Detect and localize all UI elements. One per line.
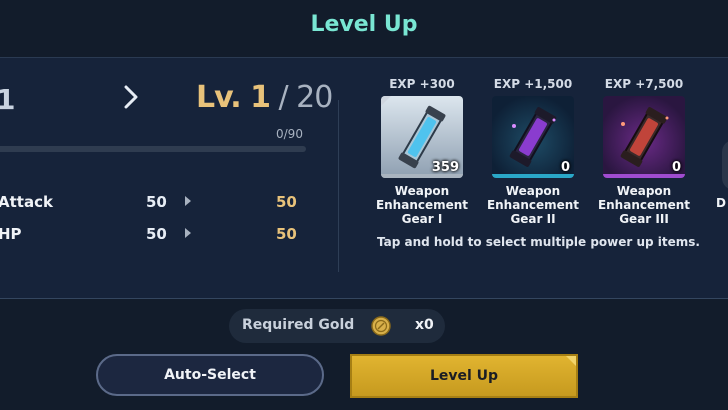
triangle-right-icon	[185, 196, 191, 206]
item-name-line: Gear III	[619, 212, 669, 226]
item-count: 0	[560, 160, 570, 175]
previous-level-value: 1	[0, 83, 16, 116]
stat-next-value: 50	[276, 225, 297, 243]
item-name-partial: D	[716, 196, 726, 210]
selection-corner	[381, 96, 391, 106]
required-gold-label: Required Gold	[242, 317, 355, 333]
item-name-line: Enhancement	[597, 198, 691, 212]
page-title: Level Up	[310, 12, 418, 37]
required-gold-pill: Required Gold x0	[229, 309, 445, 343]
item-name: Weapon Enhancement Gear III	[594, 184, 694, 226]
item-exp-label: EXP +1,500	[493, 77, 573, 91]
triangle-right-icon	[185, 228, 191, 238]
stat-current-value: 50	[146, 225, 167, 243]
item-name-line: Weapon	[394, 184, 450, 198]
item-name-line: Enhancement	[375, 198, 469, 212]
footer-divider	[0, 298, 728, 299]
enhancement-item-1[interactable]: EXP +300 359 Weapon Enhancement Gear I	[372, 76, 472, 226]
item-count: 359	[431, 160, 459, 175]
level-indicator: Lv. 1 / 20	[196, 80, 333, 115]
gear-capsule-icon[interactable]: 359	[381, 96, 463, 178]
item-count: 0	[671, 160, 681, 175]
max-level: 20	[296, 80, 333, 115]
stat-name: HP	[0, 225, 22, 243]
gear-capsule-icon[interactable]: 0	[492, 96, 574, 178]
gear-capsule-icon[interactable]: 0	[603, 96, 685, 178]
auto-select-button[interactable]: Auto-Select	[96, 354, 324, 396]
selection-hint: Tap and hold to select multiple power up…	[377, 235, 700, 249]
chevron-right-icon	[124, 85, 138, 109]
rarity-bar	[492, 174, 574, 178]
required-gold-amount: x0	[415, 317, 434, 333]
exp-progress-text: 0/90	[276, 127, 303, 141]
gold-coin-icon	[371, 316, 391, 336]
stat-row-hp: HP 50 50	[0, 225, 300, 249]
item-exp-label: EXP +300	[389, 77, 455, 91]
enhancement-item-4-partial[interactable]	[722, 140, 728, 190]
level-separator: /	[269, 80, 297, 115]
button-corner	[566, 356, 576, 366]
stat-current-value: 50	[146, 193, 167, 211]
level-up-button[interactable]: Level Up	[350, 354, 578, 398]
exp-progress-bar	[0, 146, 306, 152]
stat-row-attack: Attack 50 50	[0, 193, 300, 217]
enhancement-item-2[interactable]: EXP +1,500 0 Weapon Enhancement Gear II	[483, 76, 583, 226]
stat-name: Attack	[0, 193, 53, 211]
enhancement-item-3[interactable]: EXP +7,500 0 Weapon Enhancement Gear III	[594, 76, 694, 226]
item-name: Weapon Enhancement Gear I	[372, 184, 472, 226]
item-name-line: Gear II	[510, 212, 556, 226]
current-level: Lv. 1	[196, 80, 271, 115]
item-name-line: Enhancement	[486, 198, 580, 212]
item-name: Weapon Enhancement Gear II	[483, 184, 583, 226]
item-name-line: Weapon	[505, 184, 561, 198]
item-exp-label: EXP +7,500	[604, 77, 684, 91]
rarity-bar	[381, 174, 463, 178]
stat-next-value: 50	[276, 193, 297, 211]
level-up-button-label: Level Up	[429, 368, 499, 384]
rarity-bar	[603, 174, 685, 178]
item-name-line: Gear I	[401, 212, 443, 226]
panel-divider	[338, 100, 339, 272]
item-name-line: Weapon	[616, 184, 672, 198]
